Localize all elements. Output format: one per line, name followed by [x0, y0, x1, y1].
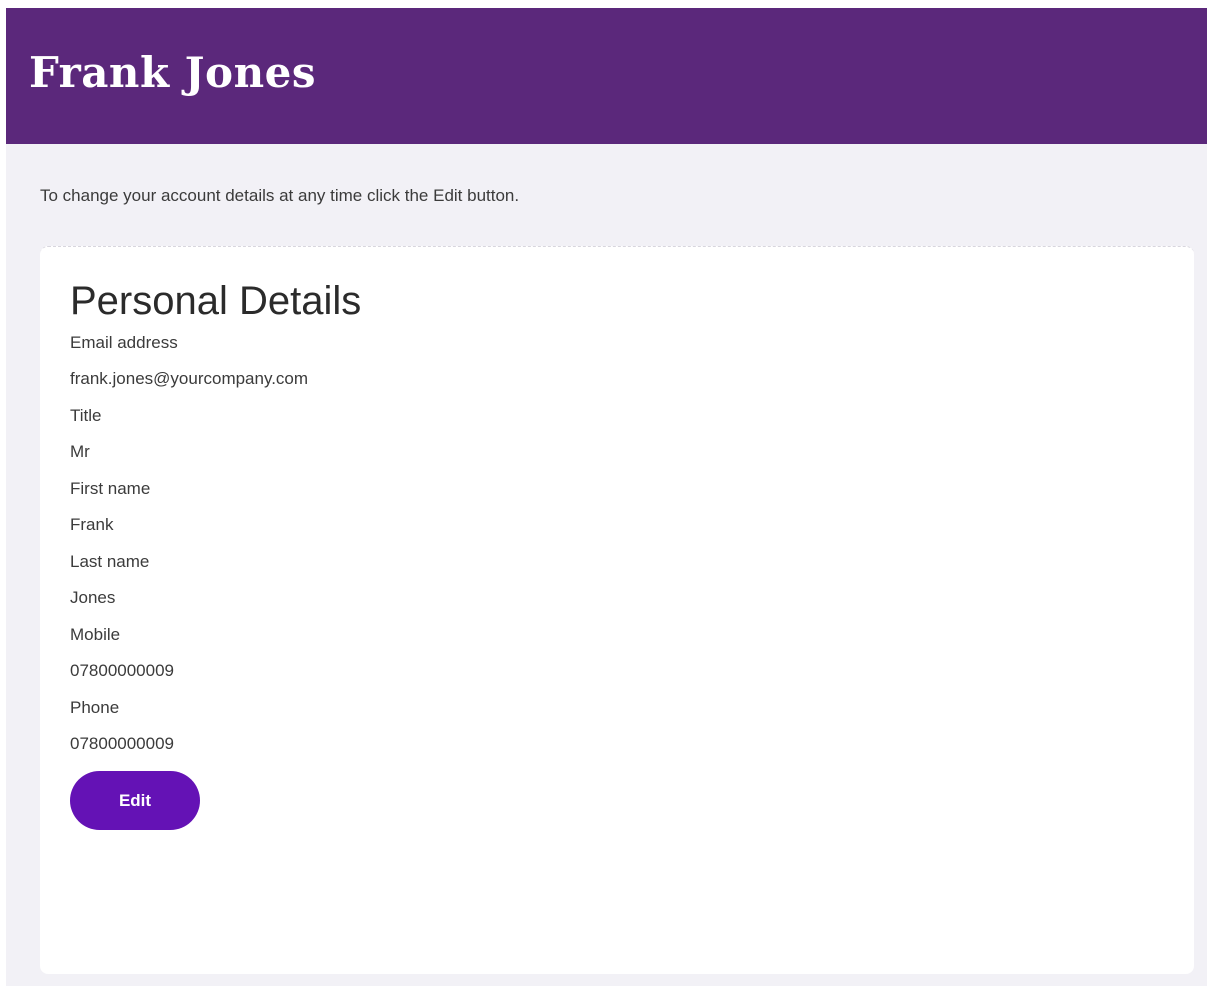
title-label: Title: [70, 406, 102, 425]
first-name-value: Frank: [70, 515, 114, 534]
page-header: Frank Jones: [6, 8, 1207, 144]
mobile-label: Mobile: [70, 625, 121, 644]
intro-text: To change your account details at any ti…: [40, 186, 520, 205]
email-field: Email address frank.jones@yourcompany.co…: [70, 333, 1164, 389]
phone-label: Phone: [70, 698, 120, 717]
first-name-label: First name: [70, 479, 151, 498]
edit-button[interactable]: Edit: [70, 771, 200, 830]
last-name-value: Jones: [70, 588, 116, 607]
page-title: Frank Jones: [29, 47, 316, 97]
email-label: Email address: [70, 333, 178, 352]
title-value: Mr: [70, 442, 90, 461]
personal-details-card: Personal Details Email address frank.jon…: [40, 246, 1194, 974]
mobile-value: 07800000009: [70, 661, 175, 680]
phone-value: 07800000009: [70, 734, 175, 753]
last-name-field: Last name Jones: [70, 552, 1164, 608]
phone-field: Phone 07800000009: [70, 698, 1164, 754]
last-name-label: Last name: [70, 552, 150, 571]
mobile-field: Mobile 07800000009: [70, 625, 1164, 681]
title-field: Title Mr: [70, 406, 1164, 462]
page-background: Frank Jones To change your account detai…: [6, 8, 1207, 986]
first-name-field: First name Frank: [70, 479, 1164, 535]
card-heading: Personal Details: [70, 279, 362, 323]
email-value: frank.jones@yourcompany.com: [70, 369, 309, 388]
